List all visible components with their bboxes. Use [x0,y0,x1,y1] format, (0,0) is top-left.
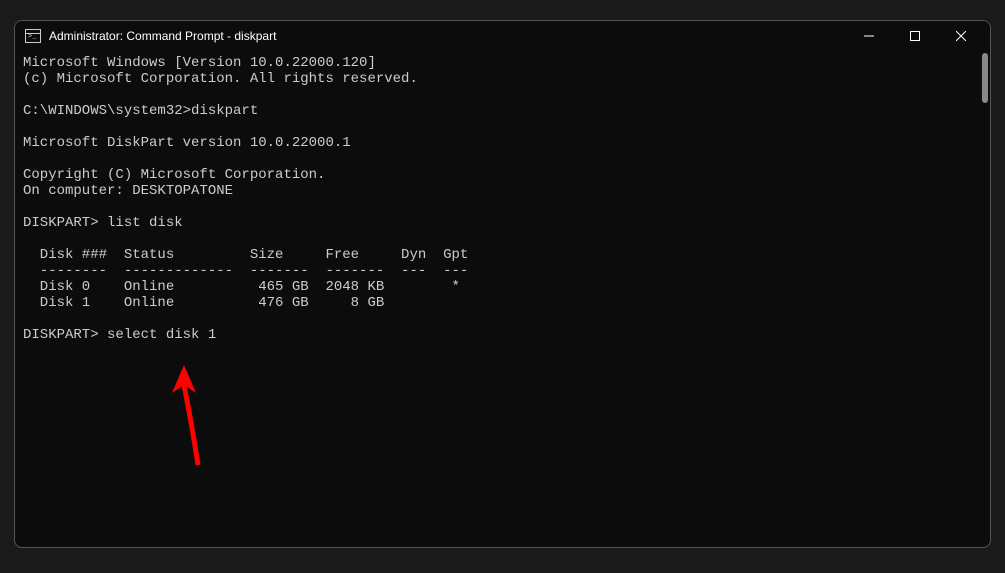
table-row: Disk 1 Online 476 GB 8 GB [23,295,384,311]
output-line: Microsoft Windows [Version 10.0.22000.12… [23,55,376,71]
output-line: On computer: DESKTOPATONE [23,183,233,199]
cmd-icon: >_ [25,29,41,43]
maximize-button[interactable] [892,21,938,51]
scrollbar-thumb[interactable] [982,53,988,103]
minimize-button[interactable] [846,21,892,51]
output-line: (c) Microsoft Corporation. All rights re… [23,71,418,87]
prompt-line: C:\WINDOWS\system32>diskpart [23,103,258,119]
command-prompt-window: >_ Administrator: Command Prompt - diskp… [14,20,991,548]
table-header: Disk ### Status Size Free Dyn Gpt [23,247,468,263]
table-divider: -------- ------------- ------- ------- -… [23,263,468,279]
window-title: Administrator: Command Prompt - diskpart [49,29,846,43]
prompt-line: DISKPART> select disk 1 [23,327,216,343]
prompt-line: DISKPART> list disk [23,215,183,231]
titlebar[interactable]: >_ Administrator: Command Prompt - diskp… [15,21,990,51]
close-button[interactable] [938,21,984,51]
window-controls [846,21,984,51]
terminal-output[interactable]: Microsoft Windows [Version 10.0.22000.12… [15,51,990,547]
output-line: Copyright (C) Microsoft Corporation. [23,167,325,183]
table-row: Disk 0 Online 465 GB 2048 KB * [23,279,460,295]
output-line: Microsoft DiskPart version 10.0.22000.1 [23,135,351,151]
